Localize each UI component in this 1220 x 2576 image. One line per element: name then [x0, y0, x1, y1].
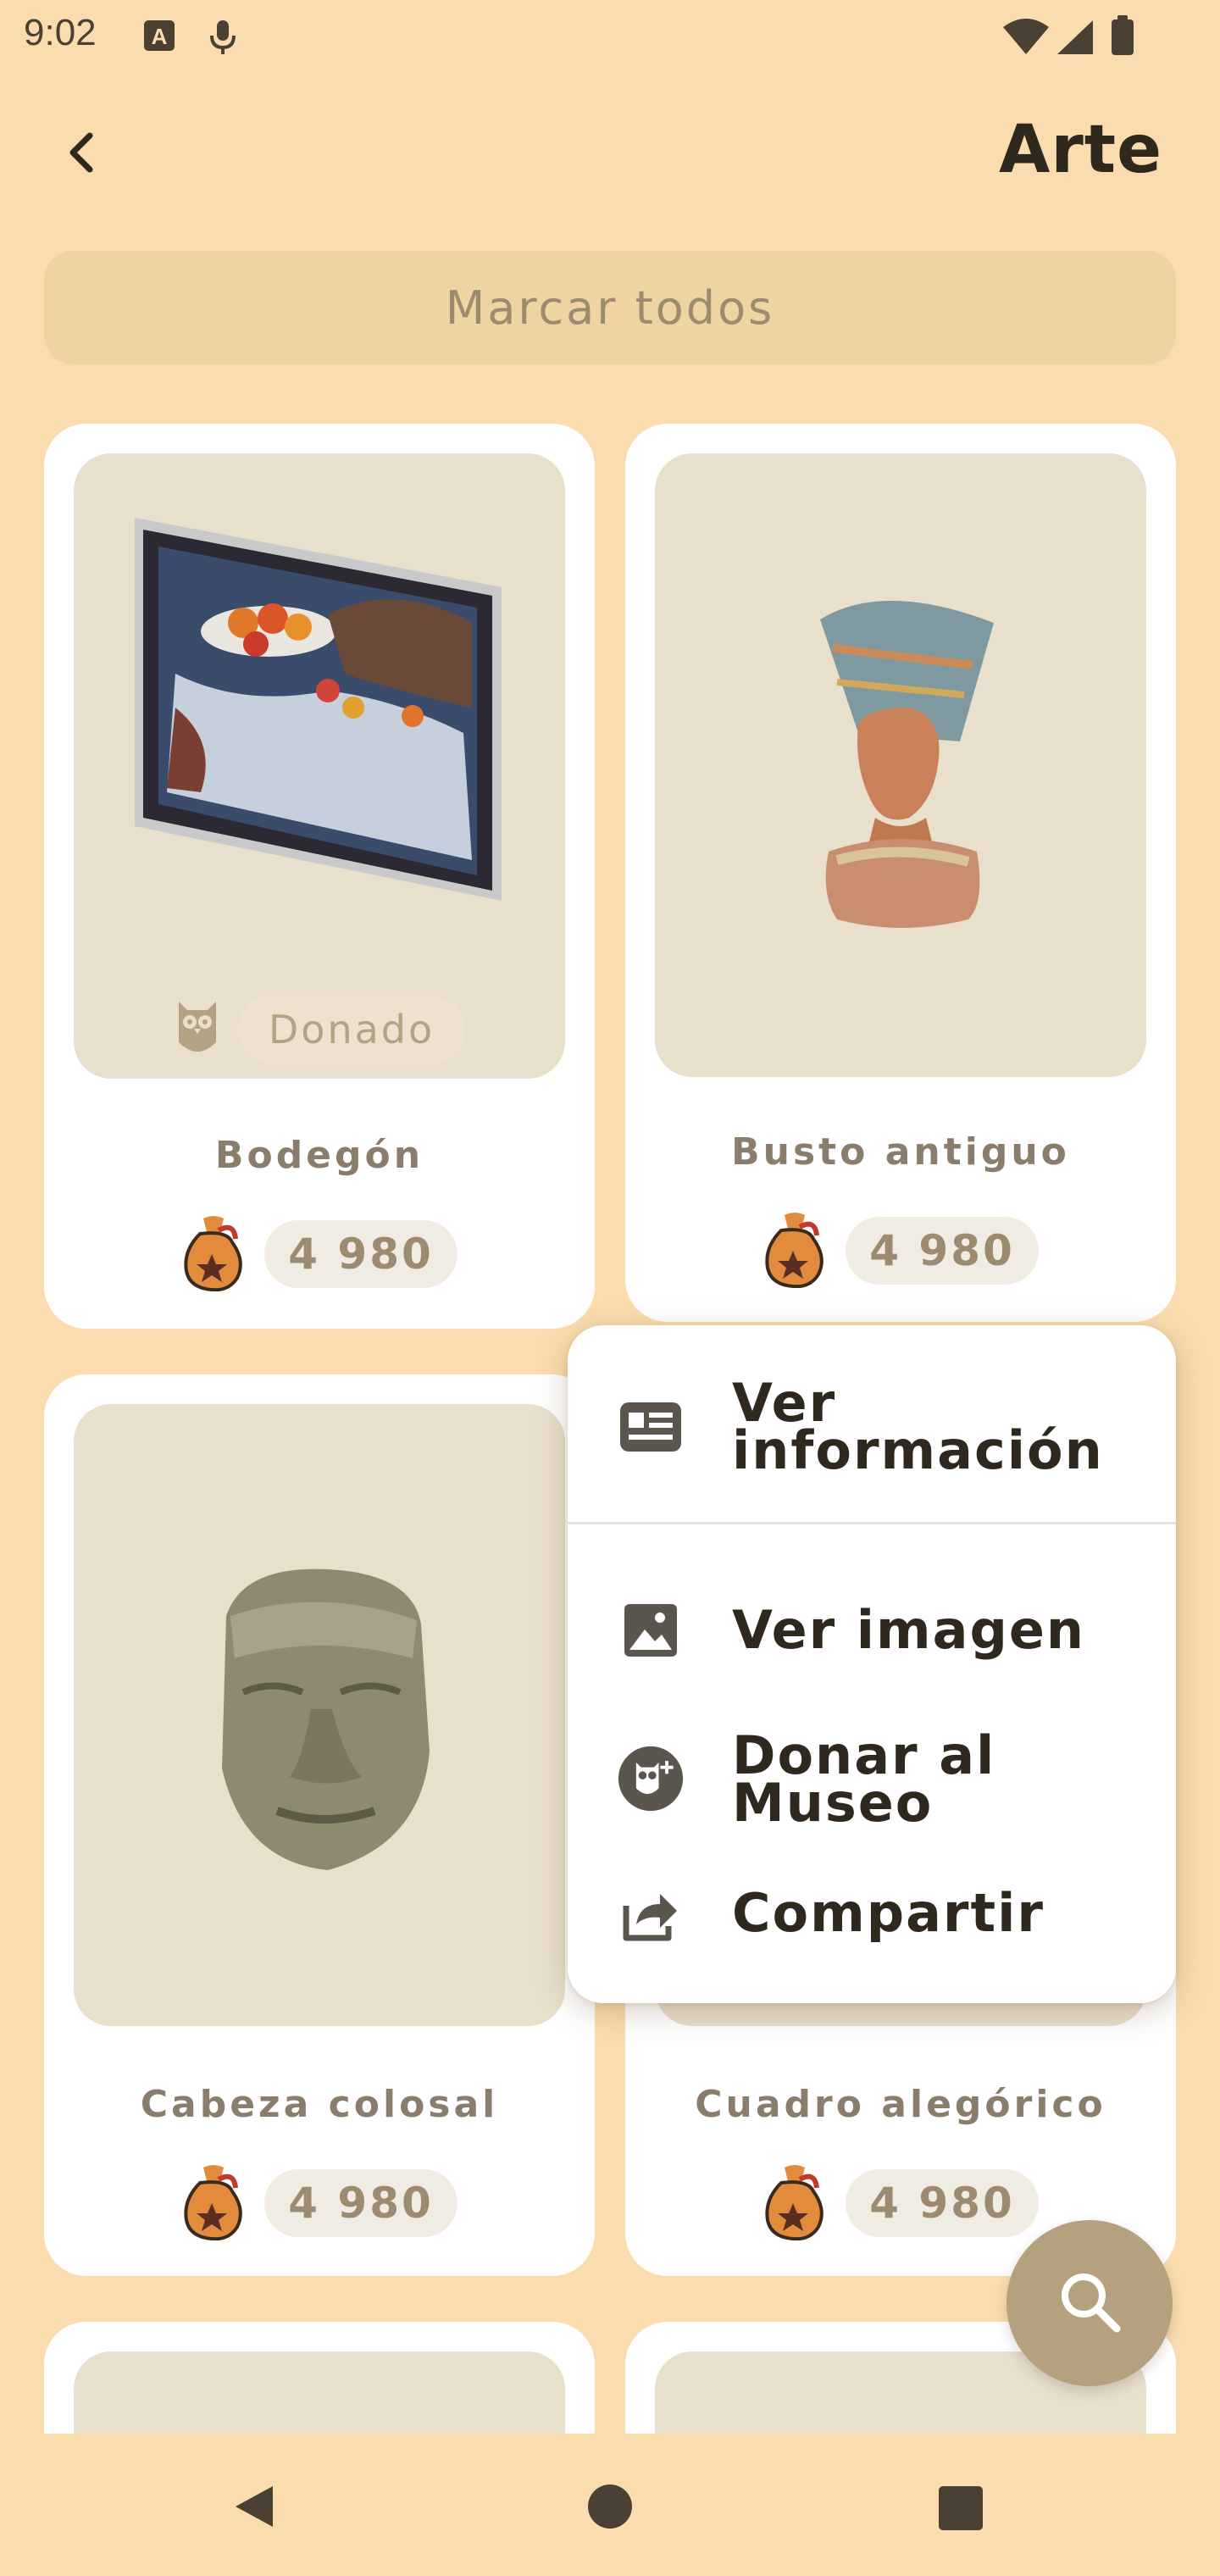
price-value: 4 980 [264, 1220, 458, 1288]
page-title: Arte [998, 112, 1162, 188]
bust-sculpture-icon [820, 600, 994, 928]
art-card-bodegon[interactable]: Donado Bodegón 4 980 [44, 424, 595, 1329]
cellular-signal-icon [1056, 19, 1095, 59]
owl-donate-icon [617, 1745, 685, 1813]
menu-label: Compartir [732, 1882, 1045, 1944]
nav-home-icon[interactable] [586, 2483, 634, 2534]
menu-item-ver-informacion[interactable]: Ver información [568, 1368, 1176, 1486]
menu-item-donar-museo[interactable]: Donar al Museo [568, 1715, 1176, 1842]
menu-divider [568, 1522, 1176, 1524]
nav-recents-icon[interactable] [939, 2486, 983, 2534]
colossal-head-icon [222, 1568, 430, 1870]
price-row: 4 980 [44, 2162, 595, 2244]
art-name: Cabeza colosal [140, 2083, 499, 2126]
donated-badge: Donado [237, 996, 466, 1063]
search-fab[interactable] [1006, 2220, 1173, 2386]
menu-label: Ver imagen [732, 1599, 1086, 1661]
price-value: 4 980 [846, 2169, 1039, 2237]
art-card-partial[interactable] [44, 2322, 595, 2440]
info-card-icon [617, 1393, 685, 1461]
bell-bag-icon [762, 2162, 827, 2244]
system-nav-bar [0, 2434, 1220, 2576]
bell-bag-icon [181, 2162, 246, 2244]
status-time: 9:02 [24, 12, 97, 53]
menu-item-compartir[interactable]: Compartir [568, 1871, 1176, 1956]
menu-label-line2: Museo [732, 1772, 934, 1834]
bell-bag-icon [762, 1210, 827, 1291]
price-value: 4 980 [846, 1217, 1039, 1285]
art-image [655, 453, 1146, 1077]
svg-text:A: A [152, 24, 168, 49]
price-row: 4 980 [625, 1210, 1176, 1291]
owl-icon [174, 998, 221, 1061]
donated-indicator: Donado [74, 996, 565, 1063]
wifi-icon [1001, 19, 1051, 59]
context-menu: Ver información Ver imagen Donar al Muse… [568, 1325, 1176, 2003]
bell-bag-icon [181, 1213, 246, 1295]
art-card-busto-antiguo[interactable]: Busto antiguo 4 980 [625, 424, 1176, 1322]
art-name: Busto antiguo [731, 1130, 1070, 1174]
microphone-icon [208, 19, 237, 59]
share-icon [617, 1879, 685, 1947]
menu-item-ver-imagen[interactable]: Ver imagen [568, 1588, 1176, 1673]
keyboard-a-icon: A [142, 19, 176, 56]
art-image [74, 1404, 565, 2026]
nav-back-icon[interactable] [229, 2481, 280, 2535]
price-value: 4 980 [264, 2169, 458, 2237]
search-icon [1056, 2268, 1123, 2339]
menu-label-line2: información [732, 1419, 1104, 1481]
art-image: Donado [74, 453, 565, 1079]
image-icon [617, 1596, 685, 1664]
art-name: Cuadro alegórico [695, 2083, 1106, 2126]
battery-icon [1110, 15, 1135, 59]
mark-all-button[interactable]: Marcar todos [44, 251, 1176, 364]
art-card-cabeza-colosal[interactable]: Cabeza colosal 4 980 [44, 1374, 595, 2276]
back-arrow-icon[interactable] [56, 125, 110, 180]
art-image [74, 2351, 565, 2440]
still-life-painting-icon [135, 518, 502, 901]
price-row: 4 980 [44, 1213, 595, 1295]
art-name: Bodegón [214, 1134, 424, 1177]
status-bar: 9:02 A [0, 0, 1220, 76]
